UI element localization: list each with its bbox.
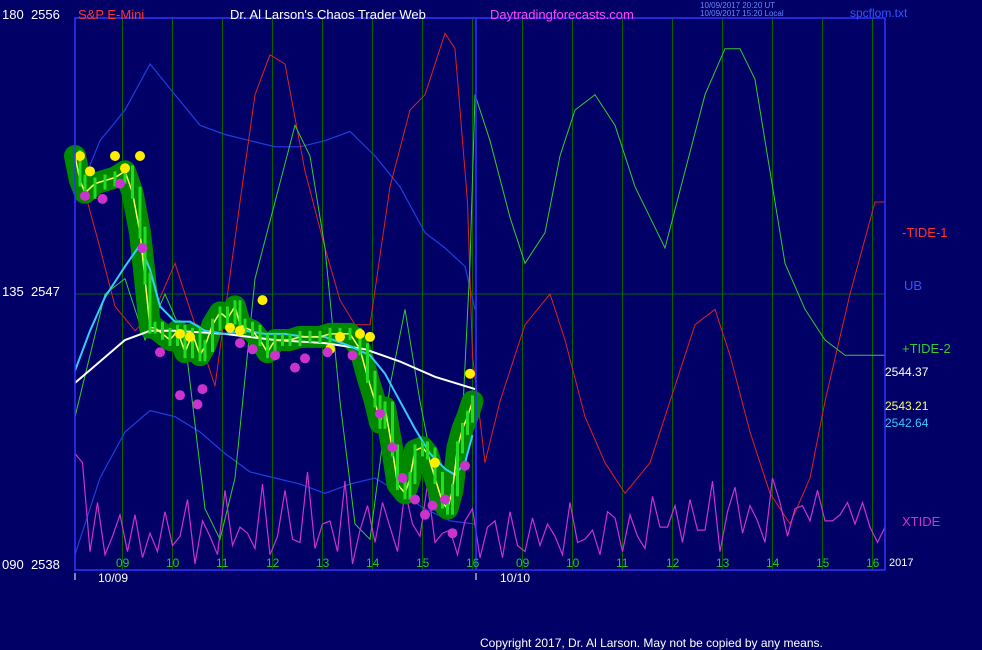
down-dot (387, 442, 398, 453)
y-tick-mid-price: 2547 (30, 284, 60, 299)
up-dot (175, 328, 185, 339)
up-dot (110, 151, 120, 161)
down-dot (322, 347, 333, 358)
down-dot (235, 338, 245, 349)
y-tick-bottom: 090 2538 (2, 558, 60, 572)
publisher-title: Dr. Al Larson's Chaos Trader Web (230, 7, 426, 22)
up-dot (225, 322, 235, 333)
label-xtide: XTIDE (902, 514, 941, 529)
down-dot (410, 494, 420, 505)
x-hour-label: 14 (366, 556, 380, 570)
up-dot (75, 151, 85, 161)
site-link[interactable]: Daytradingforecasts.com (490, 8, 634, 22)
timestamp-local: 10/09/2017 15:20 Local (700, 9, 784, 18)
down-dot (270, 350, 280, 361)
label-tide2: +TIDE-2 (902, 341, 951, 356)
down-dot (397, 473, 408, 483)
down-dot (447, 528, 458, 539)
price-halo-band (64, 145, 484, 520)
up-dot (235, 325, 245, 336)
x-hour-label: 16 (466, 556, 480, 570)
up-dot (335, 331, 345, 342)
price-label-yellow: 2543.21 (885, 399, 929, 413)
up-dot (430, 457, 440, 468)
tide-lines (74, 32, 886, 565)
date-label-1: 10/09 (98, 571, 129, 585)
x-end-label: 2017 (889, 557, 914, 569)
up-dot (465, 368, 475, 379)
price-halo (64, 145, 484, 520)
date-label-2: 10/10 (500, 571, 531, 585)
up-dot (120, 163, 130, 174)
y-tick-top: 180 2556 (2, 8, 60, 22)
x-hour-label: 16 (866, 556, 880, 570)
x-hour-label: 11 (216, 556, 229, 570)
copyright: Copyright 2017, Dr. Al Larson. May not b… (480, 636, 823, 650)
xtide-line (74, 453, 886, 565)
up-dot (257, 295, 268, 306)
up-dot (85, 166, 95, 177)
x-hour-label: 12 (266, 556, 280, 570)
down-dot (97, 193, 108, 204)
x-hour-label: 10 (166, 556, 180, 570)
symbol-title: S&P E-Mini (78, 7, 145, 22)
chart-frame (74, 17, 886, 580)
down-dot (155, 347, 165, 358)
down-dot (175, 390, 185, 401)
label-tide1: -TIDE-1 (902, 225, 948, 240)
x-hour-label: 15 (816, 556, 830, 570)
x-hour-label: 09 (516, 556, 530, 570)
price-label-white: 2544.37 (885, 365, 929, 379)
down-dot (197, 384, 208, 395)
x-hour-label: 12 (666, 556, 680, 570)
up-dot (185, 331, 195, 342)
x-hour-label: 13 (316, 556, 330, 570)
y-tick-mid: 135 2547 (2, 285, 60, 299)
y-tick-top-angle: 180 (2, 7, 24, 22)
down-dot (460, 460, 470, 471)
price-label-cyan: 2542.64 (885, 416, 929, 430)
down-dot (192, 399, 203, 410)
y-tick-bottom-price: 2538 (30, 557, 60, 572)
down-dot (290, 362, 300, 373)
up-dot (135, 151, 145, 161)
x-hour-label: 09 (116, 556, 130, 570)
label-ub: UB (904, 278, 923, 293)
down-dot (427, 500, 438, 511)
y-tick-top-price: 2556 (30, 7, 60, 22)
y-tick-bottom-angle: 090 (2, 557, 24, 572)
up-dot (355, 328, 365, 339)
x-hour-label: 13 (716, 556, 730, 570)
down-dot (115, 178, 125, 189)
x-hour-label: 11 (616, 556, 629, 570)
down-dot (80, 190, 90, 201)
chaos-chart (64, 17, 886, 580)
down-dot (375, 408, 385, 419)
up-dot (365, 331, 375, 342)
down-dot (137, 243, 148, 253)
filename: spcflom.txt (850, 6, 908, 20)
down-dot (347, 350, 358, 361)
down-dot (420, 509, 430, 520)
x-hour-label: 10 (566, 556, 580, 570)
y-tick-mid-angle: 135 (2, 284, 24, 299)
x-hour-label: 15 (416, 556, 430, 570)
down-dot (300, 353, 310, 364)
x-hour-label: 14 (766, 556, 780, 570)
grid (75, 18, 885, 570)
down-dot (440, 494, 450, 505)
down-dot (247, 344, 258, 355)
tide1-line (74, 32, 885, 526)
